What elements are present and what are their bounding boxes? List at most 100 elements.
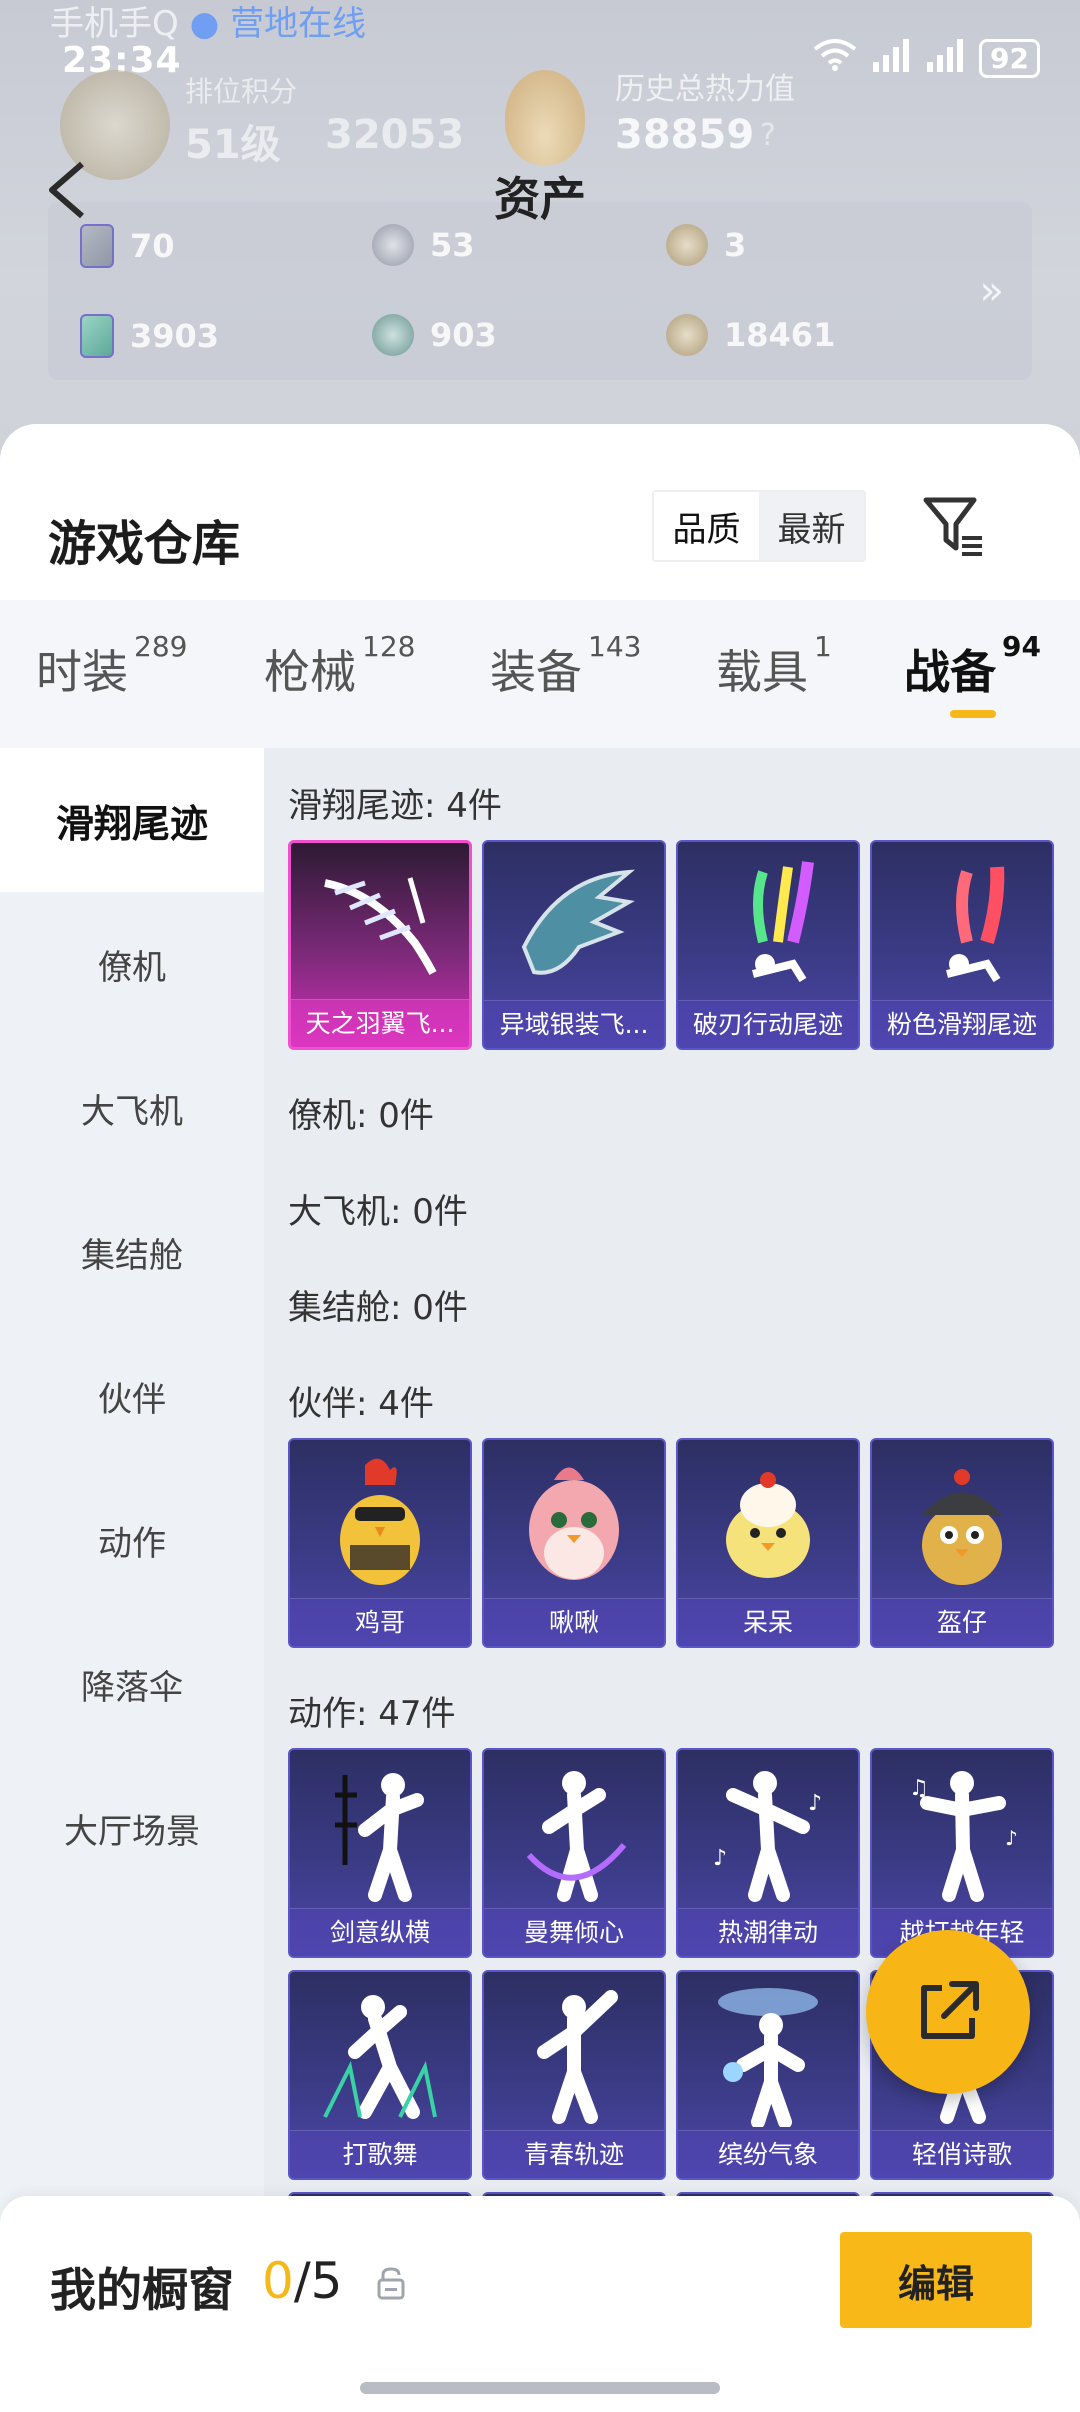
sidebar-item-partner[interactable]: 伙伴 — [0, 1324, 264, 1468]
rank-level: 51级 — [185, 122, 281, 168]
wifi-icon — [813, 39, 857, 78]
rank-score: 32053 — [325, 112, 465, 158]
sort-quality-option[interactable]: 品质 — [654, 492, 759, 560]
item-card[interactable]: 啾啾 — [482, 1438, 666, 1648]
tab-vehicles[interactable]: 载具 1 — [716, 630, 832, 702]
tab-guns[interactable]: 枪械 128 — [264, 630, 415, 702]
status-icons: 92 — [813, 38, 1040, 79]
section-title-wingman: 僚机: 0件 — [288, 1096, 434, 1136]
pink-smoke-icon — [872, 842, 1052, 1002]
asset-item: 3 — [666, 224, 746, 266]
battery-indicator: 92 — [979, 39, 1040, 78]
source-text: 手机手Q — [50, 4, 179, 44]
item-name: 曼舞倾心 — [484, 1908, 664, 1956]
tab-equipment[interactable]: 装备 143 — [490, 630, 641, 702]
svg-text:♪: ♪ — [808, 1791, 822, 1816]
page-title: 资产 — [494, 172, 586, 226]
dance-pose-icon — [484, 1750, 664, 1910]
asset-item: 70 — [80, 224, 175, 268]
teal-coin-icon — [372, 314, 414, 356]
item-name: 鸡哥 — [290, 1598, 470, 1646]
rainbow-smoke-icon — [678, 842, 858, 1002]
green-card-icon — [80, 314, 114, 358]
tab-count: 128 — [362, 630, 416, 663]
bronze-coin-icon — [666, 314, 708, 356]
dance-pose-icon — [290, 1972, 470, 2132]
asset-item: 18461 — [666, 314, 835, 356]
profile-header-background: 手机手Q ● 营地在线 23:34 92 排位积分 51级 32053 历史总热… — [0, 0, 1080, 460]
edit-button[interactable]: 编辑 — [840, 2232, 1032, 2328]
warehouse-title: 游戏仓库 — [48, 516, 241, 572]
heat-value: 38859 — [615, 112, 755, 158]
asset-item: 903 — [372, 314, 497, 356]
sidebar-item-wingman[interactable]: 僚机 — [0, 892, 264, 1036]
sidebar-item-parachute[interactable]: 降落伞 — [0, 1612, 264, 1756]
item-card[interactable]: 青春轨迹 — [482, 1970, 666, 2180]
tab-label: 时装 — [36, 645, 128, 699]
section-title-plane: 大飞机: 0件 — [288, 1192, 468, 1232]
sort-toggle: 品质 最新 — [652, 490, 866, 562]
section-title-emote: 动作: 47件 — [288, 1694, 456, 1734]
dance-pose-icon: ♪ ♪ — [678, 1750, 858, 1910]
chick-icon — [678, 1440, 858, 1600]
item-name: 盔仔 — [872, 1598, 1052, 1646]
header-source-line: 手机手Q ● 营地在线 — [50, 0, 366, 45]
item-card[interactable]: ♪ ♪ 热潮律动 — [676, 1748, 860, 1958]
category-tabs: 时装 289 枪械 128 装备 143 载具 1 战备 94 — [0, 600, 1080, 748]
asset-value: 18461 — [724, 316, 836, 354]
sidebar-item-plane[interactable]: 大飞机 — [0, 1036, 264, 1180]
help-icon[interactable]: ? — [760, 118, 776, 153]
dragon-wing-icon — [484, 842, 664, 1002]
pink-bird-icon — [484, 1440, 664, 1600]
item-name: 青春轨迹 — [484, 2130, 664, 2178]
section-title-glide: 滑翔尾迹: 4件 — [288, 786, 502, 826]
tab-label: 枪械 — [264, 645, 356, 699]
dance-pose-icon: ♫ ♪ — [872, 1750, 1052, 1910]
online-text: 营地在线 — [230, 4, 367, 44]
asset-value: 3903 — [130, 317, 220, 355]
dance-pose-icon — [678, 1972, 858, 2132]
item-card[interactable]: 粉色滑翔尾迹 — [870, 840, 1054, 1050]
asset-value: 70 — [130, 227, 175, 265]
tab-count: 289 — [134, 630, 188, 663]
item-card[interactable]: 盔仔 — [870, 1438, 1054, 1648]
item-name: 粉色滑翔尾迹 — [872, 1000, 1052, 1048]
wing-icon — [291, 843, 469, 1003]
tab-combat-gear[interactable]: 战备 94 — [904, 630, 1041, 702]
showcase-title: 我的橱窗 — [50, 2263, 234, 2317]
item-card[interactable]: 破刃行动尾迹 — [676, 840, 860, 1050]
item-card[interactable]: 缤纷气象 — [676, 1970, 860, 2180]
sidebar-item-pod[interactable]: 集结舱 — [0, 1180, 264, 1324]
partner-grid: 鸡哥 啾啾 呆呆 盔仔 — [288, 1438, 1054, 1648]
item-card[interactable]: 曼舞倾心 — [482, 1748, 666, 1958]
item-card[interactable]: ♫♪ 越打越年轻 — [870, 1748, 1054, 1958]
tab-fashion[interactable]: 时装 289 — [36, 630, 187, 702]
item-name: 轻俏诗歌 — [872, 2130, 1052, 2178]
item-name: 打歌舞 — [290, 2130, 470, 2178]
item-card[interactable]: 呆呆 — [676, 1438, 860, 1648]
item-card[interactable]: 异域银装飞... — [482, 840, 666, 1050]
sidebar-item-glide-trail[interactable]: 滑翔尾迹 — [0, 748, 264, 892]
tab-count: 94 — [1002, 630, 1041, 663]
glide-grid: 天之羽翼飞... 异域银装飞... 破刃行动尾迹 粉色滑翔尾迹 — [288, 840, 1054, 1050]
dance-pose-icon — [484, 1972, 664, 2132]
item-card[interactable]: 剑意纵横 — [288, 1748, 472, 1958]
signal-icon-2 — [925, 38, 965, 79]
gray-card-icon — [80, 224, 114, 268]
asset-value: 903 — [430, 316, 497, 354]
heat-flame-icon — [505, 70, 585, 165]
more-arrow-icon[interactable]: » — [980, 268, 1004, 314]
sidebar-item-emote[interactable]: 动作 — [0, 1468, 264, 1612]
sidebar-item-lobby-scene[interactable]: 大厅场景 — [0, 1756, 264, 1900]
online-status: ● 营地在线 — [189, 4, 367, 44]
item-card[interactable]: 打歌舞 — [288, 1970, 472, 2180]
home-indicator[interactable] — [360, 2382, 720, 2394]
share-button[interactable] — [866, 1930, 1030, 2094]
item-name: 天之羽翼飞... — [291, 999, 469, 1047]
filter-icon[interactable] — [918, 490, 990, 562]
item-card[interactable]: 天之羽翼飞... — [288, 840, 472, 1050]
tab-label: 装备 — [490, 645, 582, 699]
tab-label: 战备 — [904, 645, 996, 699]
sort-newest-option[interactable]: 最新 — [759, 492, 864, 560]
item-card[interactable]: 鸡哥 — [288, 1438, 472, 1648]
